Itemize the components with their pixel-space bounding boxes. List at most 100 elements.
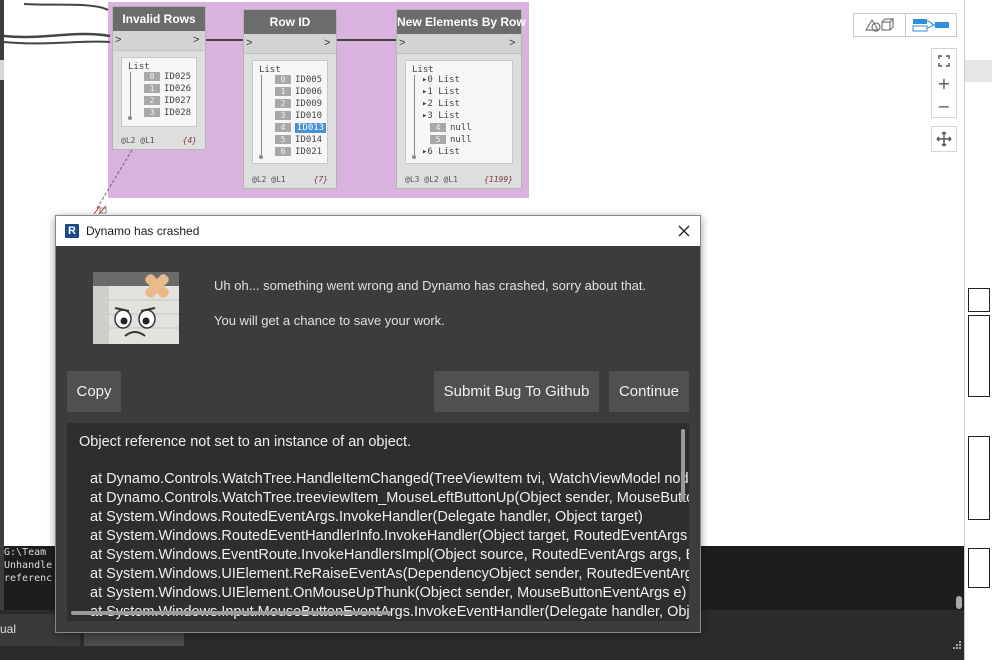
zoom-fit-icon bbox=[938, 54, 950, 67]
list-item[interactable]: 3 ID010 bbox=[275, 111, 322, 121]
panel-box bbox=[968, 288, 990, 312]
list-item[interactable]: 4 null bbox=[430, 123, 472, 133]
view-toggle bbox=[853, 13, 957, 37]
list-item[interactable]: 1 ID006 bbox=[275, 87, 322, 97]
continue-button[interactable]: Continue bbox=[609, 371, 689, 412]
zoom-fit-button[interactable] bbox=[932, 49, 956, 72]
node-row-id[interactable]: Row ID > > List 0 ID005 1 ID006 2 ID009 3 ID… bbox=[243, 9, 337, 189]
graph-view-button[interactable] bbox=[905, 14, 956, 36]
list-value: ID026 bbox=[164, 84, 192, 94]
list-levels: @L3 @L2 @L1 bbox=[405, 175, 458, 184]
console-scrollbar[interactable] bbox=[956, 596, 962, 609]
wire-left-1 bbox=[4, 32, 111, 39]
copy-button[interactable]: Copy bbox=[67, 371, 121, 412]
list-item[interactable]: ▸6 List bbox=[422, 147, 460, 157]
tree-dot bbox=[259, 155, 263, 159]
list-item[interactable]: 0 ID005 bbox=[275, 75, 322, 85]
list-index: 3 bbox=[144, 108, 160, 117]
crashed-mascot-icon bbox=[93, 272, 179, 344]
tree-line bbox=[261, 75, 262, 155]
node-ports: > > bbox=[113, 31, 205, 51]
panel-box bbox=[968, 315, 990, 397]
list-item[interactable]: 2 ID027 bbox=[144, 96, 191, 106]
list-item[interactable]: 0 ID025 bbox=[144, 72, 191, 82]
list-index: 0 bbox=[427, 75, 433, 85]
stack-trace-line: at System.Windows.EventRoute.InvokeHandl… bbox=[90, 547, 689, 563]
list-index: 3 bbox=[427, 111, 433, 121]
right-panel bbox=[964, 0, 992, 660]
save-work-message: You will get a chance to save your work. bbox=[214, 313, 445, 328]
list-value: ID009 bbox=[295, 99, 323, 109]
resize-grip-icon[interactable] bbox=[950, 640, 962, 652]
app-icon-letter: R bbox=[68, 225, 76, 237]
node-title: New Elements By Row bbox=[397, 10, 526, 34]
list-index: 5 bbox=[275, 135, 291, 144]
item-count: {1199} bbox=[484, 175, 513, 184]
list-value: List bbox=[438, 147, 460, 157]
list-index: 3 bbox=[275, 111, 291, 120]
geometry-view-button[interactable] bbox=[854, 14, 905, 36]
list-index: 2 bbox=[144, 96, 160, 105]
list-value: ID028 bbox=[164, 108, 192, 118]
list-index: 5 bbox=[430, 135, 446, 144]
node-new-elements-by-row[interactable]: New Elements By Row > > List ▸0 List ▸1 … bbox=[396, 9, 526, 189]
list-item[interactable]: ▸1 List bbox=[422, 87, 460, 97]
stack-trace-line: at Dynamo.Controls.WatchTree.HandleItemC… bbox=[90, 471, 689, 487]
item-count: {7} bbox=[313, 175, 328, 184]
node-footer: @L2 @L1 {4} bbox=[121, 136, 197, 145]
list-index: 0 bbox=[144, 72, 160, 81]
list-levels: @L2 @L1 bbox=[121, 136, 155, 145]
stack-trace-line: at System.Windows.UIElement.OnMouseUpThu… bbox=[90, 585, 687, 601]
wire-broken bbox=[95, 149, 133, 211]
node-invalid-rows[interactable]: Invalid Rows > > List 0 ID025 1 ID026 2 ID0… bbox=[112, 6, 206, 150]
close-icon[interactable] bbox=[676, 223, 692, 239]
list-item[interactable]: 5 ID014 bbox=[275, 135, 322, 145]
stack-trace-line: at System.Windows.RoutedEventArgs.Invoke… bbox=[90, 509, 643, 525]
list-value: List bbox=[438, 111, 460, 121]
zoom-out-button[interactable]: − bbox=[932, 95, 956, 118]
watch-tree[interactable]: List 0 ID005 1 ID006 2 ID009 3 ID010 4 ID013 … bbox=[252, 60, 328, 164]
list-item-selected[interactable]: 4 ID013 bbox=[275, 123, 327, 133]
broken-wire-icon bbox=[93, 205, 107, 215]
list-value: ID013 bbox=[295, 123, 327, 133]
list-value: null bbox=[450, 123, 472, 133]
pan-button[interactable] bbox=[931, 126, 957, 152]
submit-bug-button[interactable]: Submit Bug To Github bbox=[434, 371, 599, 412]
output-port[interactable]: > bbox=[193, 33, 203, 47]
list-value: List bbox=[438, 75, 460, 85]
list-item[interactable]: 2 ID009 bbox=[275, 99, 322, 109]
zoom-in-icon: + bbox=[937, 74, 951, 93]
list-item[interactable]: ▸0 List bbox=[422, 75, 460, 85]
item-count: {4} bbox=[182, 136, 197, 145]
error-details[interactable]: Object reference not set to an instance … bbox=[67, 423, 689, 621]
list-item[interactable]: 5 null bbox=[430, 135, 472, 145]
vertical-scrollbar[interactable] bbox=[681, 429, 685, 501]
list-value: ID010 bbox=[295, 111, 323, 121]
output-port[interactable]: > bbox=[324, 36, 334, 50]
zoom-controls: + − bbox=[931, 48, 957, 118]
input-port[interactable]: > bbox=[115, 33, 125, 47]
list-index: 4 bbox=[275, 123, 291, 132]
tree-dot bbox=[412, 155, 416, 159]
list-item[interactable]: ▸2 List bbox=[422, 99, 460, 109]
revit-app-icon: R bbox=[65, 224, 79, 238]
node-ports: > > bbox=[397, 34, 521, 54]
dialog-titlebar[interactable]: R Dynamo has crashed bbox=[56, 216, 700, 246]
input-port[interactable]: > bbox=[399, 36, 409, 50]
graph-view-icon bbox=[912, 19, 949, 32]
list-value: ID005 bbox=[295, 75, 323, 85]
horizontal-scrollbar[interactable] bbox=[71, 611, 391, 615]
list-item[interactable]: 1 ID026 bbox=[144, 84, 191, 94]
watch-tree[interactable]: List ▸0 List ▸1 List ▸2 List ▸3 List 4 nu… bbox=[405, 60, 513, 164]
crash-message: Uh oh... something went wrong and Dynamo… bbox=[214, 278, 647, 293]
zoom-in-button[interactable]: + bbox=[932, 72, 956, 95]
list-item[interactable]: 6 ID021 bbox=[275, 147, 322, 157]
output-port[interactable]: > bbox=[509, 36, 519, 50]
input-port[interactable]: > bbox=[246, 36, 256, 50]
list-item[interactable]: 3 ID028 bbox=[144, 108, 191, 118]
list-index: 2 bbox=[427, 99, 433, 109]
list-value: List bbox=[438, 87, 460, 97]
watch-tree[interactable]: List 0 ID025 1 ID026 2 ID027 3 ID028 bbox=[121, 57, 197, 127]
list-item[interactable]: ▸3 List bbox=[422, 111, 460, 121]
tree-line bbox=[130, 72, 131, 116]
